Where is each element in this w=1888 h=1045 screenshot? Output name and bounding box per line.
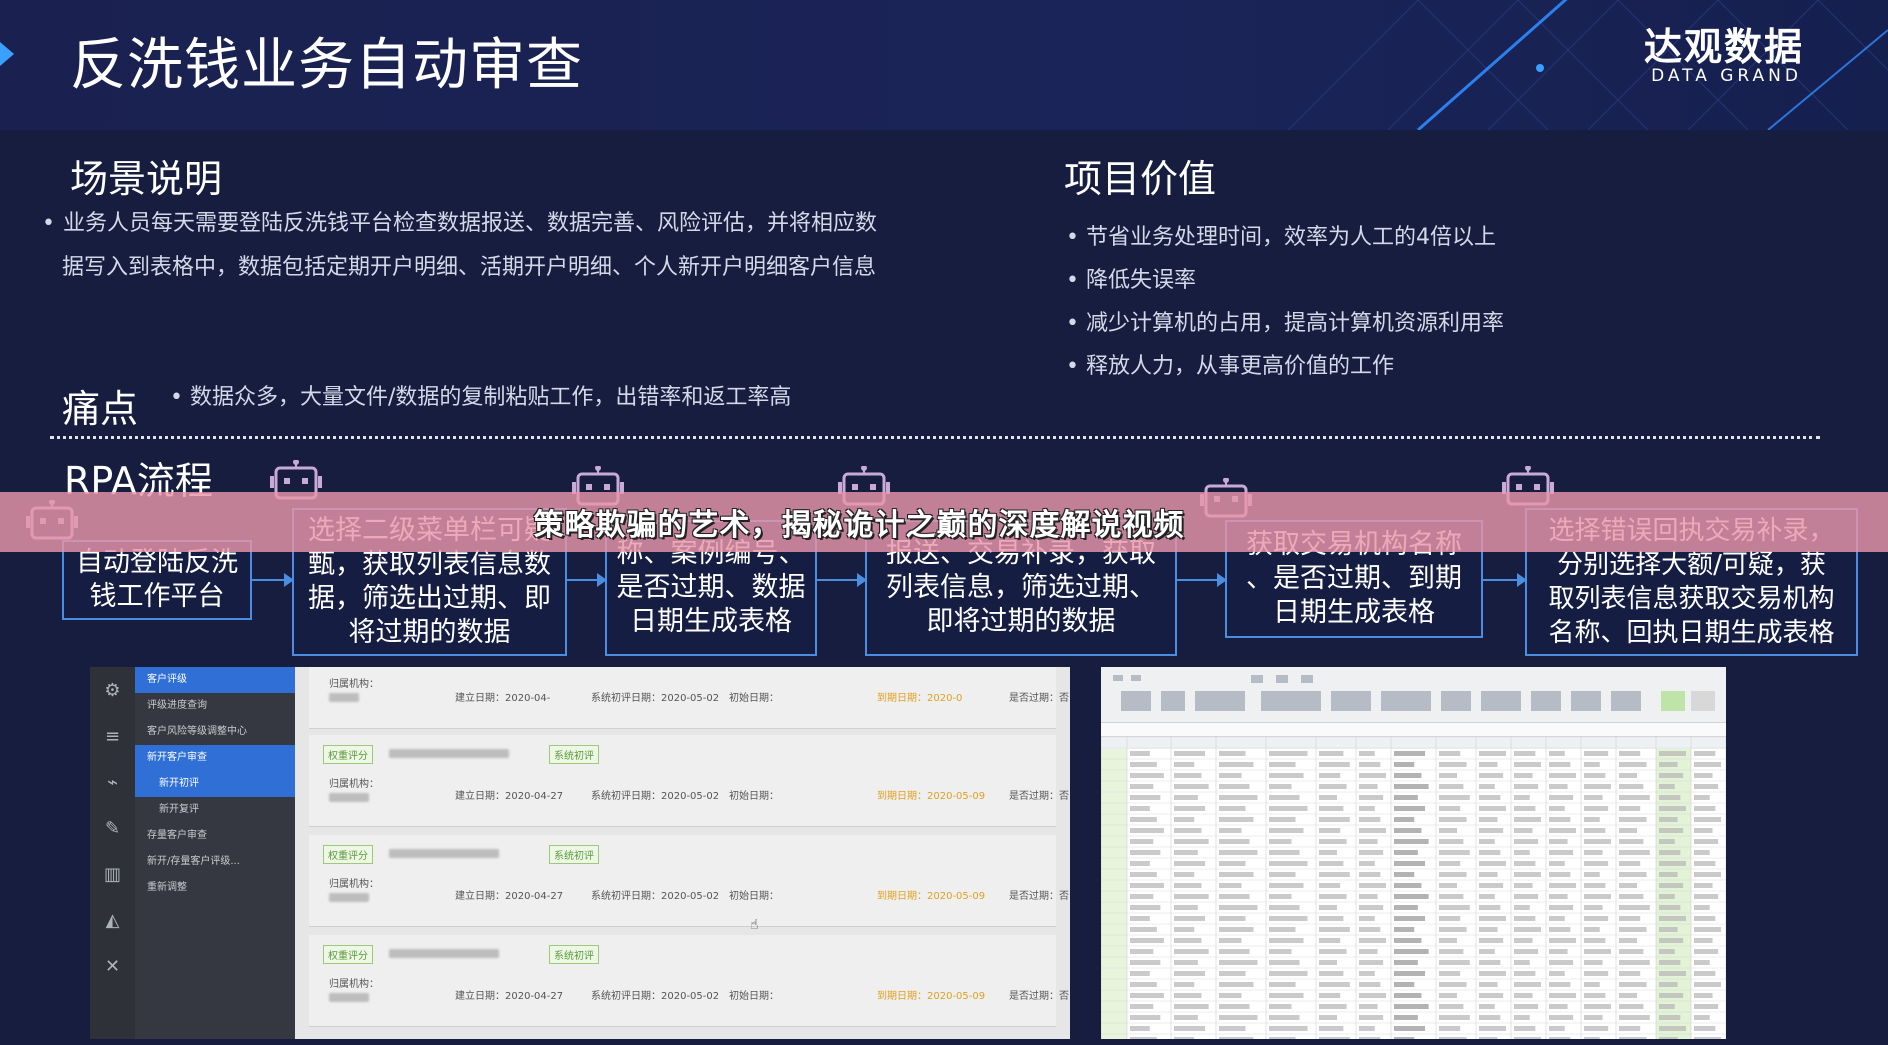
record-card[interactable]: 权重评分 系统初评 归属机构： 建立日期：2020-04-27 系统初评日期：2…	[309, 935, 1069, 1027]
record-list: 归属机构： 建立日期：2020-04- 系统初评日期：2020-05-02 初始…	[295, 667, 1070, 1039]
flow-arrow	[567, 573, 607, 587]
system-tag: 系统初评	[549, 745, 599, 764]
bar-chart-icon: ▥	[103, 863, 121, 885]
flow-arrow	[252, 573, 294, 587]
toolbar-icons	[1113, 675, 1715, 711]
platform-screenshot: ⚙ ≡ ⌁ ✎ ▥ ◭ ✕ 客户评级 评级进度查询 客户风险等级调整中心 新开客…	[90, 667, 1070, 1039]
menu-item[interactable]: 存量客户审查	[135, 823, 295, 849]
header-band: 反洗钱业务自动审查 达观数据 DATA GRAND	[0, 0, 1888, 130]
value-item: • 减少计算机的占用，提高计算机资源利用率	[1066, 311, 1504, 336]
menu-item[interactable]: 新开/存量客户评级...	[135, 849, 295, 875]
formula-bar[interactable]	[1101, 723, 1726, 737]
tools-icon: ✕	[104, 955, 121, 977]
value-item: • 节省业务处理时间，效率为人工的4倍以上	[1066, 225, 1496, 250]
record-card[interactable]: 归属机构： 建立日期：2020-04- 系统初评日期：2020-05-02 初始…	[309, 667, 1069, 729]
menu-item[interactable]: 重新调整	[135, 875, 295, 901]
weight-tag: 权重评分	[323, 745, 373, 764]
chart-line-icon: ⌁	[107, 771, 118, 793]
settings-icon: ⚙	[104, 679, 121, 701]
header-triangle-icon	[0, 42, 14, 66]
pain-title: 痛点	[62, 387, 139, 431]
icon-sidebar: ⚙ ≡ ⌁ ✎ ▥ ◭ ✕	[90, 667, 135, 1039]
cursor-hand-icon: ☝	[750, 917, 759, 933]
value-item: • 降低失误率	[1066, 268, 1196, 293]
flow-arrow	[1483, 573, 1527, 587]
banner-text: 策略欺骗的艺术，揭秘诡计之巅的深度解说视频	[533, 508, 1185, 543]
flow-step-1: 自动登陆反洗 钱工作平台	[62, 540, 252, 620]
logo-english: DATA GRAND	[1651, 66, 1802, 86]
pain-description: • 数据众多，大量文件/数据的复制粘贴工作，出错率和返工率高	[170, 385, 792, 410]
flow-arrow	[817, 573, 867, 587]
menu-item[interactable]: 新开复评	[135, 797, 295, 823]
value-item: • 释放人力，从事更高价值的工作	[1066, 354, 1394, 379]
spreadsheet-screenshot	[1101, 667, 1726, 1039]
menu-item[interactable]: 评级进度查询	[135, 693, 295, 719]
scene-description: • 业务人员每天需要登陆反洗钱平台检查数据报送、数据完善、风险评估，并将相应数 …	[42, 202, 982, 290]
weight-tag: 权重评分	[323, 845, 373, 864]
menu-item[interactable]: 客户评级	[135, 667, 295, 693]
menu-item[interactable]: 新开初评	[135, 771, 295, 797]
pen-icon: ✎	[104, 817, 121, 839]
scene-text-line1: 业务人员每天需要登陆反洗钱平台检查数据报送、数据完善、风险评估，并将相应数	[63, 211, 878, 236]
value-list: • 节省业务处理时间，效率为人工的4倍以上 • 降低失误率 • 减少计算机的占用…	[1066, 216, 1504, 388]
video-title-banner: 策略欺骗的艺术，揭秘诡计之巅的深度解说视频	[0, 492, 1888, 552]
database-icon: ≡	[104, 725, 121, 747]
section-divider	[50, 436, 1820, 439]
record-card[interactable]: 权重评分 系统初评 归属机构： 建立日期：2020-04-27 系统初评日期：2…	[309, 835, 1069, 927]
page-title: 反洗钱业务自动审查	[70, 33, 583, 98]
scene-title: 场景说明	[70, 157, 223, 201]
spreadsheet-grid	[1101, 737, 1726, 1039]
value-title: 项目价值	[1064, 157, 1217, 201]
menu-item[interactable]: 新开客户审查	[135, 745, 295, 771]
menu-panel: 客户评级 评级进度查询 客户风险等级调整中心 新开客户审查 新开初评 新开复评 …	[135, 667, 295, 1039]
flow-arrow	[1177, 573, 1227, 587]
weight-tag: 权重评分	[323, 945, 373, 964]
area-chart-icon: ◭	[105, 909, 120, 931]
spreadsheet-toolbar	[1101, 667, 1726, 723]
logo-chinese: 达观数据	[1643, 25, 1804, 69]
scene-text-line2: 据写入到表格中，数据包括定期开户明细、活期开户明细、个人新开户明细客户信息	[62, 255, 877, 280]
menu-item[interactable]: 客户风险等级调整中心	[135, 719, 295, 745]
system-tag: 系统初评	[549, 845, 599, 864]
record-card[interactable]: 权重评分 系统初评 归属机构： 建立日期：2020-04-27 系统初评日期：2…	[309, 735, 1069, 827]
system-tag: 系统初评	[549, 945, 599, 964]
